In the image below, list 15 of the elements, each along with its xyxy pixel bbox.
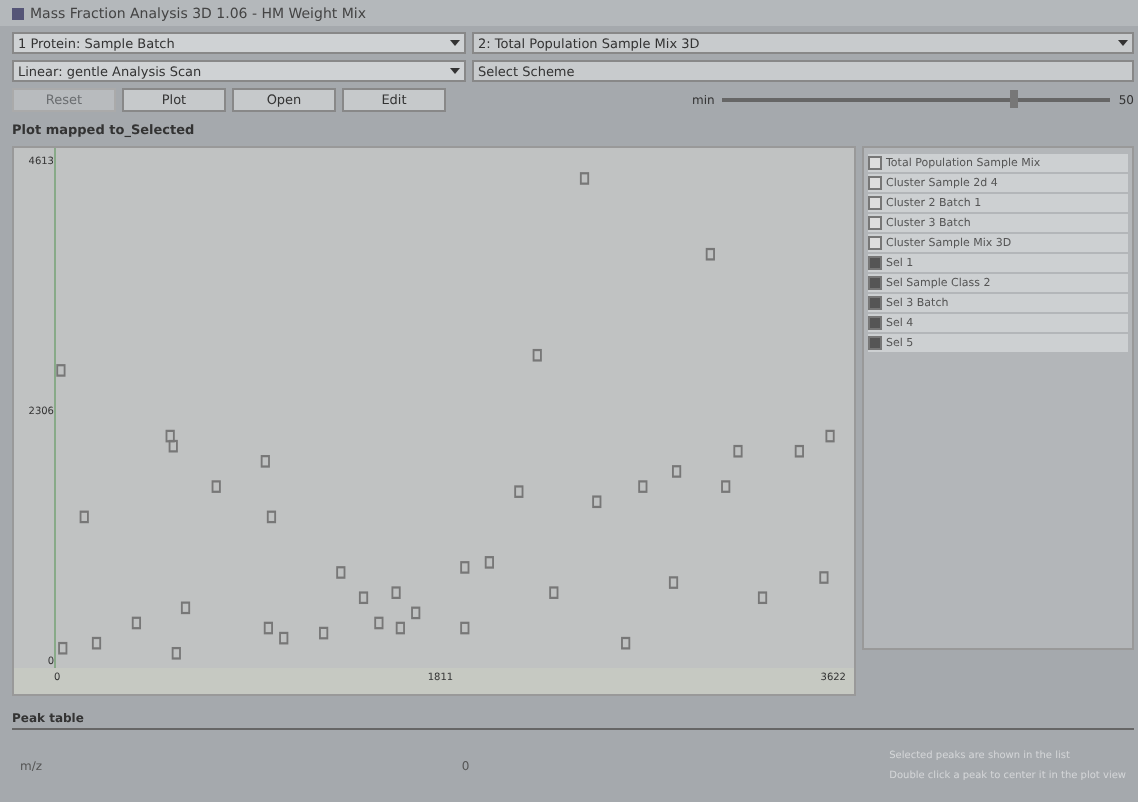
checkbox[interactable] [868, 336, 882, 350]
checkbox[interactable] [868, 196, 882, 210]
checkbox[interactable] [868, 176, 882, 190]
checkbox[interactable] [868, 256, 882, 270]
slider-thumb[interactable] [1009, 90, 1018, 108]
checkbox[interactable] [868, 296, 882, 310]
checkbox[interactable] [868, 216, 882, 230]
caret-icon [450, 66, 460, 76]
checkbox[interactable] [868, 236, 882, 250]
app-icon [12, 7, 24, 19]
caret-icon [1118, 38, 1128, 48]
checkbox[interactable] [868, 156, 882, 170]
checkbox[interactable] [868, 316, 882, 330]
checkbox[interactable] [868, 276, 882, 290]
caret-icon [450, 38, 460, 48]
